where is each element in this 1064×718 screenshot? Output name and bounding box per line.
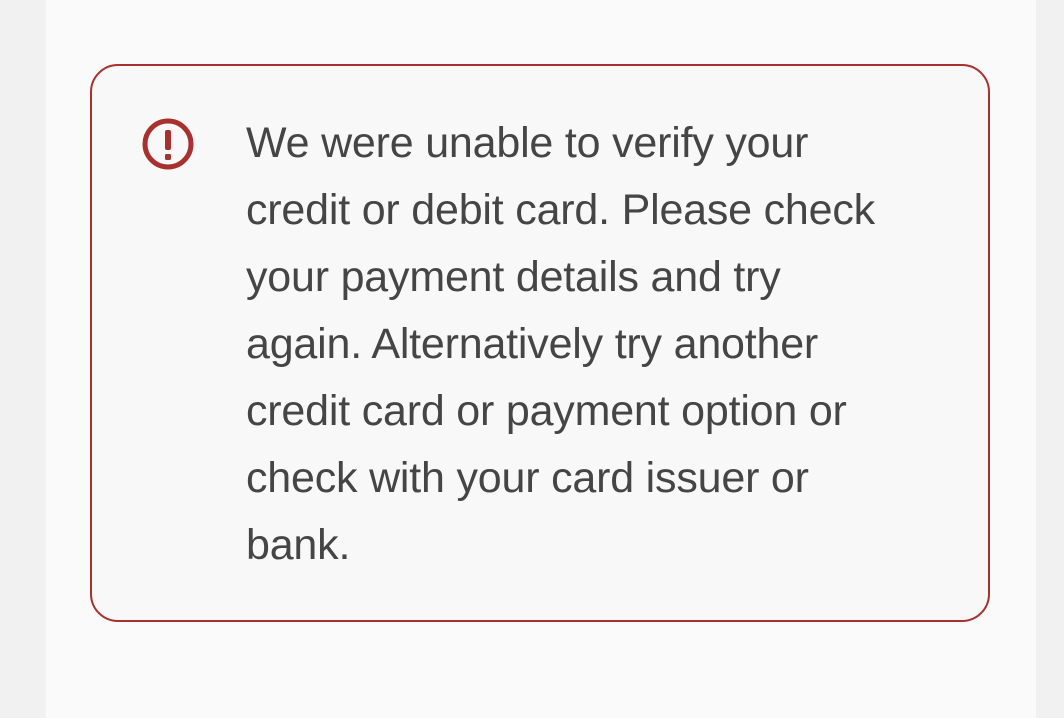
message-line: credit or debit card. Please check	[246, 186, 875, 234]
message-line: your payment details and try	[246, 253, 781, 301]
message-line: again. Alternatively try another	[246, 320, 819, 368]
message-line: credit card or payment option or	[246, 387, 847, 435]
message-line: bank.	[246, 521, 351, 569]
payment-error-message: We were unable to verify your credit or …	[246, 110, 946, 579]
message-line: We were unable to verify your	[246, 119, 809, 167]
error-exclamation-icon	[140, 116, 196, 172]
message-line: check with your card issuer or	[246, 454, 809, 502]
